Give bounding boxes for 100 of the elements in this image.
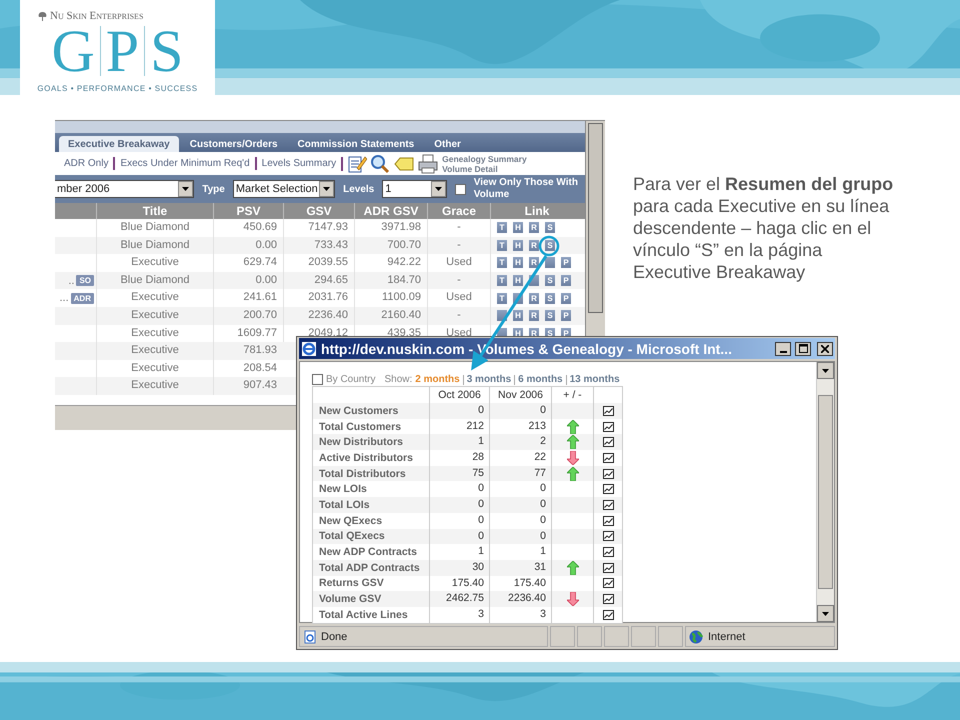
link-button[interactable]: S bbox=[545, 275, 555, 286]
month-select[interactable]: mber 2006 bbox=[55, 180, 194, 198]
period-link[interactable]: 6 months bbox=[518, 374, 563, 385]
link-button[interactable]: H bbox=[513, 257, 523, 268]
country-checkbox[interactable] bbox=[312, 374, 323, 385]
link-button[interactable]: R bbox=[529, 240, 539, 251]
notepad-icon[interactable] bbox=[347, 154, 368, 174]
link[interactable]: ADR Only bbox=[59, 157, 114, 170]
link-button[interactable]: T bbox=[497, 222, 507, 234]
status-text: Done bbox=[321, 630, 348, 642]
country-checkbox-label: By Country bbox=[326, 374, 376, 385]
close-icon bbox=[821, 344, 829, 352]
link-button[interactable]: P bbox=[561, 310, 571, 322]
link-button[interactable]: R bbox=[529, 257, 539, 268]
link-button[interactable] bbox=[545, 257, 555, 268]
tab[interactable]: Other bbox=[425, 136, 470, 152]
logo-letter: G bbox=[51, 22, 95, 80]
dropdown-arrow-icon bbox=[435, 187, 442, 191]
link-button[interactable]: R bbox=[529, 222, 539, 234]
link-button[interactable]: R bbox=[529, 310, 539, 322]
maximize-button[interactable] bbox=[795, 342, 811, 356]
link-button[interactable]: T bbox=[497, 292, 507, 304]
down-arrow-icon bbox=[566, 450, 578, 465]
link[interactable]: Execs Under Minimum Req'd bbox=[113, 157, 255, 170]
link-button[interactable]: H bbox=[513, 240, 523, 251]
link-button[interactable]: H bbox=[513, 275, 523, 286]
tab[interactable]: Executive Breakaway bbox=[59, 136, 179, 152]
chart-icon[interactable] bbox=[602, 516, 614, 526]
period-link[interactable]: 13 months bbox=[570, 374, 620, 385]
logo-tagline: GOALS • PERFORMANCE • SUCCESS bbox=[37, 84, 198, 93]
up-arrow-icon bbox=[566, 435, 578, 450]
status-badge: ADR bbox=[70, 292, 94, 304]
link-button[interactable]: H bbox=[513, 222, 523, 234]
link-button[interactable]: T bbox=[497, 257, 507, 268]
link-button[interactable]: T bbox=[497, 275, 507, 286]
logo-letter: S bbox=[149, 22, 185, 80]
period-link[interactable]: 2 months bbox=[415, 374, 460, 385]
link-button[interactable]: H bbox=[513, 310, 523, 322]
link-button[interactable]: S bbox=[545, 310, 555, 322]
tab[interactable]: Commission Statements bbox=[288, 136, 424, 152]
link-button[interactable]: T bbox=[497, 240, 507, 251]
volume-checkbox[interactable] bbox=[455, 184, 466, 194]
down-arrow-icon bbox=[566, 592, 578, 606]
up-arrow-icon bbox=[566, 560, 578, 575]
scrollbar[interactable] bbox=[816, 362, 834, 622]
link-button[interactable]: R bbox=[529, 292, 539, 304]
chart-icon[interactable] bbox=[602, 406, 614, 416]
type-select[interactable]: Market Selection bbox=[232, 180, 336, 198]
dropdown-arrow-icon bbox=[182, 187, 190, 191]
logo-letter: P bbox=[106, 22, 140, 80]
minimize-button[interactable] bbox=[775, 342, 791, 356]
link-button[interactable]: P bbox=[561, 257, 571, 268]
show-label: Show: bbox=[384, 374, 412, 385]
printer-icon[interactable] bbox=[418, 154, 438, 174]
row-label: Volume GSV bbox=[318, 593, 382, 606]
minimize-icon bbox=[780, 350, 786, 352]
chart-icon[interactable] bbox=[602, 422, 614, 432]
page-icon bbox=[303, 630, 317, 644]
link-button[interactable]: P bbox=[561, 292, 571, 304]
report-link[interactable]: Volume Detail bbox=[442, 164, 527, 174]
dropdown-arrow-icon bbox=[323, 187, 330, 191]
chart-icon[interactable] bbox=[602, 468, 614, 479]
type-label: Type bbox=[202, 184, 225, 194]
instruction-text: Para ver el Resumen del grupo para cada Executive en su línea descendente – haga clic en el vínculo “S” en la página Executive Breakaway bbox=[633, 173, 894, 283]
link-button[interactable]: S bbox=[545, 292, 555, 304]
row-label: Total Distributors bbox=[318, 468, 407, 480]
name-cell: .. bbox=[68, 274, 74, 287]
search-icon[interactable] bbox=[370, 154, 390, 174]
table-cell: 3 bbox=[489, 606, 551, 623]
tag-icon[interactable] bbox=[394, 156, 414, 170]
row-label: Total ADP Contracts bbox=[318, 562, 421, 574]
row-label: Total LOIs bbox=[318, 498, 371, 511]
report-link[interactable]: Genealogy Summary bbox=[442, 154, 527, 164]
table-cell: Executive bbox=[96, 377, 213, 395]
chart-icon[interactable] bbox=[602, 531, 614, 542]
status-pane bbox=[577, 626, 602, 647]
chart-icon[interactable] bbox=[602, 500, 614, 510]
up-arrow-icon bbox=[566, 466, 578, 481]
row-label: Returns GSV bbox=[318, 577, 385, 590]
tree-icon bbox=[38, 12, 47, 20]
chart-icon[interactable] bbox=[602, 547, 614, 558]
row-label: New LOIs bbox=[318, 483, 368, 496]
chart-icon[interactable] bbox=[602, 578, 614, 588]
chart-icon[interactable] bbox=[602, 594, 614, 604]
highlight-circle bbox=[538, 236, 560, 256]
link-button[interactable]: P bbox=[561, 275, 571, 286]
chart-icon[interactable] bbox=[602, 452, 614, 463]
dropdown-arrow-icon bbox=[822, 612, 829, 616]
chart-icon[interactable] bbox=[602, 610, 614, 620]
chart-icon[interactable] bbox=[602, 562, 614, 573]
chart-icon[interactable] bbox=[602, 484, 614, 494]
row-label: Active Distributors bbox=[318, 452, 414, 464]
period-link[interactable]: 3 months bbox=[466, 374, 512, 385]
link-button[interactable]: S bbox=[545, 240, 555, 251]
volume-checkbox-label: View Only Those With Volume bbox=[474, 177, 579, 201]
close-button[interactable] bbox=[817, 342, 833, 356]
link-button[interactable]: S bbox=[545, 222, 555, 234]
levels-select[interactable]: 1 bbox=[382, 180, 448, 198]
tab[interactable]: Customers/Orders bbox=[180, 136, 287, 152]
chart-icon[interactable] bbox=[602, 437, 614, 448]
